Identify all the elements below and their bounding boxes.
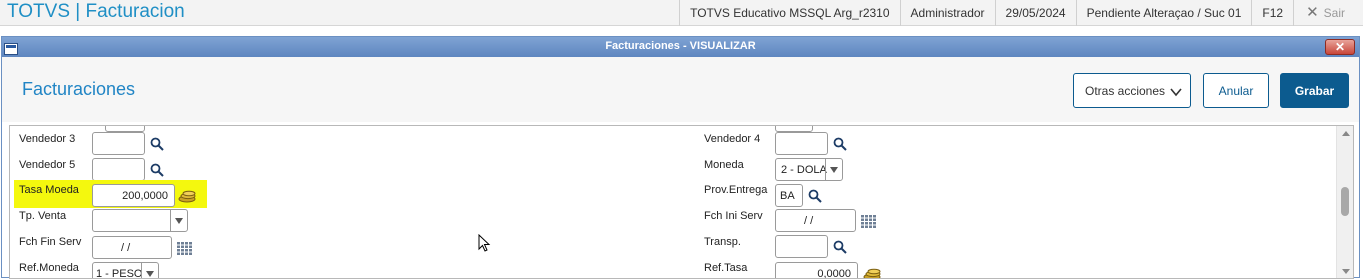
vendedor2-field[interactable] <box>105 126 145 132</box>
fch-fin-serv-label: Fch Fin Serv <box>19 236 82 248</box>
chevron-down-icon[interactable] <box>170 210 187 231</box>
prov-entrega-value: BA <box>780 190 795 202</box>
scroll-thumb[interactable] <box>1341 187 1349 216</box>
fch-fin-serv-value: / / <box>121 242 131 254</box>
tp-venta-label: Tp. Venta <box>19 210 67 222</box>
ref-moneda-label: Ref.Moneda <box>19 262 79 274</box>
ref-tasa-label: Ref.Tasa <box>704 262 748 274</box>
calendar-icon[interactable] <box>177 242 192 255</box>
vendedor4-field[interactable] <box>775 132 828 155</box>
environment-label[interactable]: TOTVS Educativo MSSQL Arg_r2310 <box>679 0 899 26</box>
mouse-cursor-icon <box>478 234 491 252</box>
user-label[interactable]: Administrador <box>899 0 995 26</box>
otras-acciones-label: Otras acciones <box>1085 83 1166 98</box>
search-icon[interactable] <box>808 189 822 203</box>
app-header: TOTVS | Facturacion TOTVS Educativo MSSQ… <box>0 0 1363 26</box>
scroll-up-icon[interactable] <box>1342 131 1350 136</box>
prov-entrega-label: Prov.Entrega <box>704 184 768 196</box>
ref-moneda-value: 1 - PESO <box>96 268 143 279</box>
fch-ini-serv-field[interactable]: / / <box>775 209 856 232</box>
ref-tasa-value: 0,0000 <box>817 268 851 279</box>
dialog-title: Facturaciones - VISUALIZAR <box>605 40 756 52</box>
search-icon[interactable] <box>833 137 847 151</box>
vendedor3-field[interactable] <box>92 132 145 155</box>
app-title: TOTVS | Facturacion <box>7 1 185 22</box>
search-icon[interactable] <box>150 137 164 151</box>
search-icon[interactable] <box>833 240 847 254</box>
scroll-down-icon[interactable] <box>1342 269 1350 274</box>
fch-fin-serv-field[interactable]: / / <box>92 236 172 259</box>
otras-acciones-button[interactable]: Otras acciones <box>1073 73 1191 108</box>
tp-venta-select[interactable] <box>92 209 188 232</box>
moneda-value: 2 - DOLA <box>781 164 827 176</box>
page-header: Facturaciones Otras acciones Anular Grab… <box>2 57 1359 122</box>
tasa-moeda-field[interactable]: 200,0000 <box>92 184 175 207</box>
anular-button[interactable]: Anular <box>1203 73 1269 108</box>
ref-tasa-field[interactable]: 0,0000 <box>775 262 858 279</box>
exit-label: Sair <box>1323 6 1345 20</box>
shortcut-label[interactable]: F12 <box>1251 0 1293 26</box>
form-scrollbar[interactable] <box>1336 126 1353 278</box>
exit-button[interactable]: ✕ Sair <box>1293 0 1363 26</box>
transp-label: Transp. <box>704 236 741 248</box>
fch-ini-serv-label: Fch Ini Serv <box>704 210 763 222</box>
tasa-moeda-label: Tasa Moeda <box>19 184 79 196</box>
vendedor5-label: Vendedor 5 <box>19 159 76 171</box>
facturaciones-dialog: Facturaciones - VISUALIZAR ✕ Facturacion… <box>1 36 1360 279</box>
close-icon: ✕ <box>1306 4 1319 21</box>
ref-moneda-select[interactable]: 1 - PESO <box>92 262 159 279</box>
calendar-icon[interactable] <box>861 215 876 228</box>
prov-entrega-field[interactable]: BA <box>775 184 803 207</box>
tasa-moeda-value: 200,0000 <box>122 190 168 202</box>
fch-ini-serv-value: / / <box>804 215 814 227</box>
search-icon[interactable] <box>150 163 164 177</box>
vendedor1-field[interactable] <box>775 126 813 132</box>
page-title: Facturaciones <box>22 79 136 99</box>
coins-icon[interactable] <box>862 267 882 279</box>
grabar-button[interactable]: Grabar <box>1280 73 1349 108</box>
chevron-down-icon[interactable] <box>825 159 842 180</box>
moneda-select[interactable]: 2 - DOLA <box>775 158 843 181</box>
date-label[interactable]: 29/05/2024 <box>994 0 1076 26</box>
vendedor5-field[interactable] <box>92 158 145 181</box>
chevron-down-icon <box>1170 88 1182 97</box>
dialog-titlebar[interactable]: Facturaciones - VISUALIZAR ✕ <box>2 37 1359 57</box>
vendedor3-label: Vendedor 3 <box>19 133 76 145</box>
moneda-label: Moneda <box>704 159 744 171</box>
transp-field[interactable] <box>775 235 828 258</box>
coins-icon[interactable] <box>177 189 197 203</box>
chevron-down-icon[interactable] <box>141 263 158 278</box>
app-info-bar: TOTVS Educativo MSSQL Arg_r2310 Administ… <box>679 0 1363 26</box>
branch-label[interactable]: Pendiente Alteraçao / Suc 01 <box>1075 0 1252 26</box>
vendedor4-label: Vendedor 4 <box>704 133 761 145</box>
dialog-close-button[interactable]: ✕ <box>1325 39 1355 55</box>
form-panel: Vendedor 3 Vendedor 5 Tasa Moeda 200,000… <box>9 125 1354 279</box>
